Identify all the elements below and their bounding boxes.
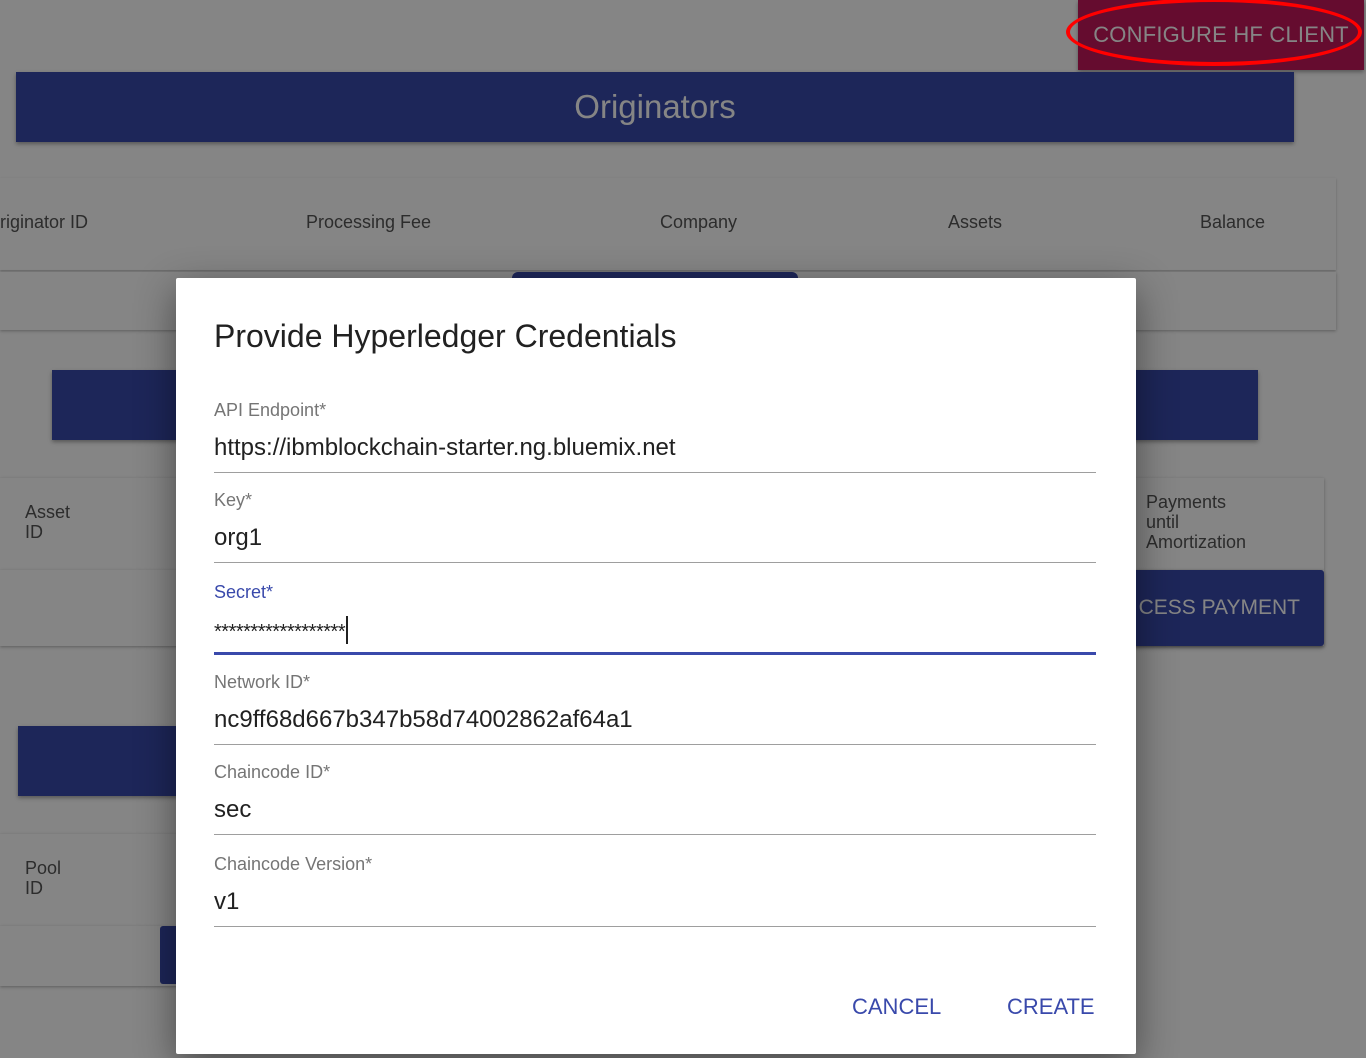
secret-value: ****************** [214, 621, 346, 643]
api-endpoint-input[interactable]: https://ibmblockchain-starter.ng.bluemix… [214, 434, 1096, 464]
required-mark: * [266, 582, 274, 602]
dialog-title: Provide Hyperledger Credentials [214, 318, 677, 354]
input-underline [214, 744, 1096, 745]
chaincode-id-field[interactable]: Chaincode ID* sec [214, 762, 1096, 835]
network-id-label: Network ID [214, 672, 304, 692]
create-button[interactable]: CREATE [1007, 994, 1095, 1020]
annotation-highlight-ellipse [1066, 0, 1362, 66]
secret-field[interactable]: Secret* ****************** [214, 582, 1096, 655]
chaincode-version-label: Chaincode Version [214, 854, 366, 874]
network-id-field[interactable]: Network ID* nc9ff68d667b347b58d74002862a… [214, 672, 1096, 745]
cancel-button[interactable]: CANCEL [852, 994, 941, 1020]
chaincode-id-label: Chaincode ID [214, 762, 324, 782]
api-endpoint-label: API Endpoint [214, 400, 320, 420]
required-mark: * [323, 762, 331, 782]
key-input[interactable]: org1 [214, 524, 1096, 554]
chaincode-version-input[interactable]: v1 [214, 888, 1096, 918]
secret-label: Secret [214, 582, 267, 602]
required-mark: * [245, 490, 253, 510]
input-underline [214, 834, 1096, 835]
required-mark: * [303, 672, 311, 692]
input-underline-focused [214, 652, 1096, 655]
secret-input[interactable]: ****************** [214, 616, 1096, 646]
input-underline [214, 562, 1096, 563]
key-field[interactable]: Key* org1 [214, 490, 1096, 563]
input-underline [214, 472, 1096, 473]
chaincode-id-input[interactable]: sec [214, 796, 1096, 826]
network-id-input[interactable]: nc9ff68d667b347b58d74002862af64a1 [214, 706, 1096, 736]
key-label: Key [214, 490, 246, 510]
input-underline [214, 926, 1096, 927]
required-mark: * [319, 400, 327, 420]
api-endpoint-field[interactable]: API Endpoint* https://ibmblockchain-star… [214, 400, 1096, 473]
chaincode-version-field[interactable]: Chaincode Version* v1 [214, 854, 1096, 927]
required-mark: * [365, 854, 373, 874]
text-caret [346, 616, 349, 644]
credentials-dialog: Provide Hyperledger Credentials API Endp… [176, 278, 1136, 1054]
